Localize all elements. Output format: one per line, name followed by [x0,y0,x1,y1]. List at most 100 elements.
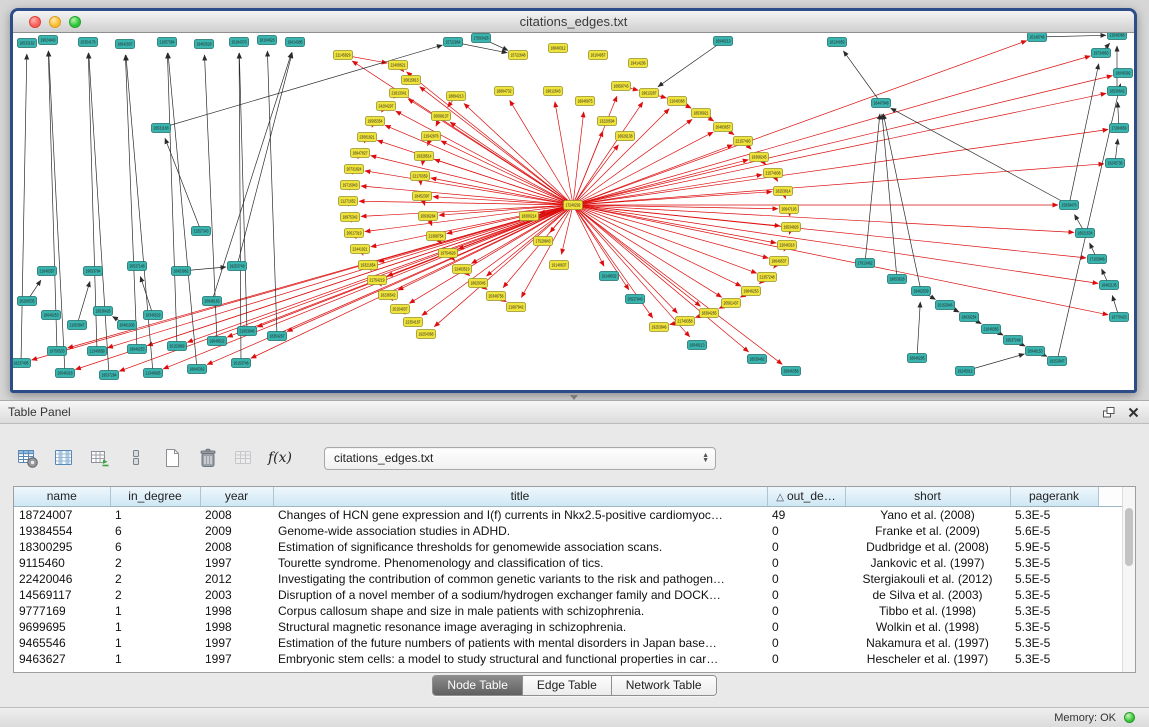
graph-node[interactable]: 20948163 [203,297,222,306]
cell-out-degree[interactable]: 0 [767,523,845,539]
graph-node[interactable]: 21053847 [68,321,87,330]
table-row[interactable]: 911546021997Tourette syndrome. Phenomeno… [14,555,1123,571]
graph-node[interactable]: 20531188 [152,124,171,133]
graph-node[interactable]: 17593428 [472,34,491,43]
cell-pagerank[interactable]: 5.3E-5 [1010,619,1098,635]
graph-node[interactable]: 19024943 [39,36,58,45]
table-row[interactable]: 977716911998Corpus callosum shape and si… [14,603,1123,619]
graph-node[interactable]: 19648532 [208,337,227,346]
cell-short[interactable]: Dudbridge et al. (2008) [845,539,1010,555]
graph-node[interactable]: 20647193 [780,205,799,214]
window-titlebar[interactable]: citations_edges.txt [13,11,1134,33]
graph-node[interactable]: 17284659 [1110,124,1129,133]
graph-node[interactable]: 20537946 [626,295,645,304]
cell-year[interactable]: 2012 [200,571,273,587]
cell-out-degree[interactable]: 49 [767,506,845,523]
graph-node[interactable]: 20537148 [128,262,147,271]
graph-node[interactable]: 21813341 [390,89,409,98]
cell-in-degree[interactable]: 1 [110,635,200,651]
graph-node[interactable]: 18946253 [128,345,147,354]
graph-node[interactable]: 21749358 [676,317,695,326]
cell-year[interactable]: 1997 [200,555,273,571]
cell-name[interactable]: 9699695 [14,619,110,635]
graph-node[interactable]: 18134059 [828,38,847,47]
cell-out-degree[interactable]: 0 [767,539,845,555]
graph-node[interactable]: 22157493 [734,137,753,146]
cell-pagerank[interactable]: 5.9E-5 [1010,539,1098,555]
graph-node[interactable]: 19368245 [750,153,769,162]
cell-in-degree[interactable]: 2 [110,571,200,587]
table-row[interactable]: 1872400712008Changes of HCN gene express… [14,506,1123,523]
graph-node[interactable]: 18236542 [379,291,398,300]
graph-node[interactable]: 18894732 [495,87,514,96]
graph-node[interactable]: 16959743 [612,82,631,91]
graph-node[interactable]: 18253947 [1048,357,1067,366]
graph-node[interactable]: 18394265 [700,309,719,318]
show-columns-icon[interactable] [50,445,78,471]
cell-name[interactable]: 9465546 [14,635,110,651]
cell-year[interactable]: 2003 [200,587,273,603]
graph-node[interactable]: 19253846 [650,323,669,332]
close-panel-icon[interactable] [1128,407,1139,418]
graph-node[interactable]: 18642937 [116,40,135,49]
graph-node[interactable]: 21348659 [88,347,107,356]
graph-node[interactable]: 15722964 [444,38,463,47]
graph-node[interactable]: 21357248 [758,273,777,282]
graph-node[interactable]: 18453962 [172,267,191,276]
graph-node[interactable]: 19245012 [956,367,975,376]
cell-year[interactable]: 1997 [200,635,273,651]
graph-node[interactable]: 21368754 [427,232,446,241]
graph-node[interactable]: 20946153 [1026,347,1045,356]
graph-node[interactable]: 19734963 [1092,49,1111,58]
cell-year[interactable]: 2008 [200,506,273,523]
graph-node[interactable]: 18894213 [447,92,466,101]
tab-edge-table[interactable]: Edge Table [523,676,612,695]
column-header-pagerank[interactable]: pagerank [1010,487,1098,506]
cell-pagerank[interactable]: 5.3E-5 [1010,506,1098,523]
tab-network-table[interactable]: Network Table [612,676,716,695]
graph-node[interactable]: 20099137 [432,112,451,121]
tab-node-table[interactable]: Node Table [433,676,523,695]
table-row[interactable]: 2242004622012Investigating the contribut… [14,571,1123,587]
graph-node[interactable]: 20046318 [56,369,75,378]
graph-node[interactable]: 20483657 [714,123,733,132]
graph-node[interactable]: 16849312 [549,44,568,53]
graph-node[interactable]: 19245736 [1106,159,1125,168]
graph-node[interactable]: 21648357 [38,267,57,276]
delete-table-icon[interactable] [194,445,222,471]
cell-pagerank[interactable]: 5.6E-5 [1010,523,1098,539]
graph-node[interactable]: 19053628 [888,275,907,284]
cell-title[interactable]: Embryonic stem cells: a model to study s… [273,651,767,667]
cell-name[interactable]: 14569117 [14,587,110,603]
column-header-in-degree[interactable]: in_degree [110,487,200,506]
graph-node[interactable]: 18462135 [1100,281,1119,290]
close-window-button[interactable] [29,16,41,28]
float-panel-icon[interactable] [1102,406,1116,419]
cell-name[interactable]: 9777169 [14,603,110,619]
graph-node[interactable]: 22408621 [389,61,408,70]
cell-name[interactable]: 22420046 [14,571,110,587]
graph-node[interactable]: 20354176 [79,38,98,47]
graph-node[interactable]: 18104957 [589,51,608,60]
graph-node[interactable]: 16626138 [616,132,635,141]
graph-node[interactable]: 19328514 [415,152,434,161]
cell-name[interactable]: 9463627 [14,651,110,667]
graph-node[interactable]: 19414385 [286,38,305,47]
graph-node[interactable]: 16021534 [1076,229,1095,238]
cell-in-degree[interactable]: 6 [110,539,200,555]
graph-node[interactable]: 18104628 [258,36,277,45]
graph-node[interactable]: 19148532 [600,272,619,281]
graph-node[interactable]: 18462539 [912,287,931,296]
graph-node[interactable]: 18300214 [520,212,539,221]
cell-in-degree[interactable]: 2 [110,555,200,571]
import-table-icon[interactable] [230,445,258,471]
cell-in-degree[interactable]: 1 [110,651,200,667]
cell-year[interactable]: 1997 [200,651,273,667]
graph-node[interactable]: 21049368 [668,97,687,106]
cell-pagerank[interactable]: 5.3E-5 [1010,555,1098,571]
cell-short[interactable]: Franke et al. (2009) [845,523,1010,539]
cell-title[interactable]: Changes of HCN gene expression and I(f) … [273,506,767,523]
cell-out-degree[interactable]: 0 [767,555,845,571]
function-builder-icon[interactable]: f(x) [266,445,294,471]
table-row[interactable]: 1938455462009Genome-wide association stu… [14,523,1123,539]
